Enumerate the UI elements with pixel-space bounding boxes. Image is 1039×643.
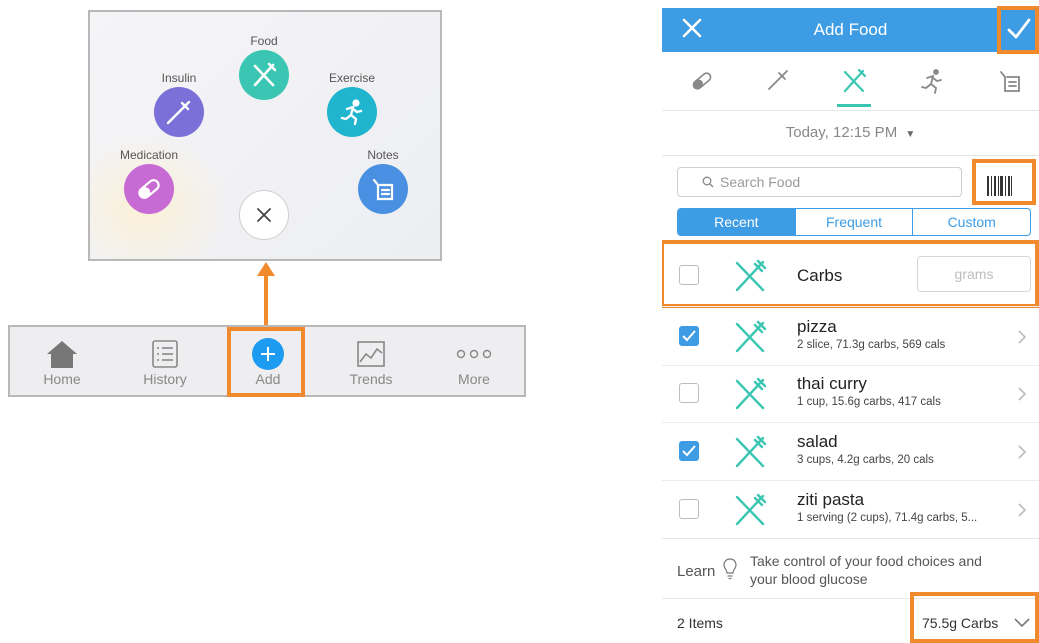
tab-custom[interactable]: Custom — [912, 209, 1030, 235]
food-detail: 1 serving (2 cups), 71.4g carbs, 5... — [797, 512, 978, 524]
food-name: salad — [797, 432, 838, 451]
food-checkbox[interactable] — [679, 383, 699, 403]
syringe-icon[interactable] — [757, 66, 797, 96]
food-checkbox[interactable] — [679, 326, 699, 346]
notes-icon — [358, 164, 408, 214]
search-icon — [702, 176, 714, 188]
chevron-right-icon — [1018, 445, 1027, 459]
close-icon[interactable] — [239, 190, 289, 240]
tab-label: History — [143, 371, 187, 387]
learn-text: Take control of your food choices and yo… — [750, 552, 982, 588]
radial-item-exercise[interactable]: Exercise — [312, 71, 392, 137]
notes-icon[interactable] — [990, 66, 1030, 96]
radial-item-label: Exercise — [328, 71, 375, 85]
list-item[interactable]: pizza 2 slice, 71.3g carbs, 569 cals — [662, 306, 1039, 366]
chevron-right-icon — [1018, 503, 1027, 517]
radial-item-label: Medication — [119, 148, 179, 162]
radial-item-medication[interactable]: Medication — [109, 148, 189, 214]
pill-icon — [124, 164, 174, 214]
radial-item-insulin[interactable]: Insulin — [139, 71, 219, 137]
food-filter-tabs: Recent Frequent Custom — [677, 208, 1031, 236]
confirm-highlight — [997, 6, 1039, 54]
radial-item-notes[interactable]: Notes — [343, 148, 423, 214]
date-label: Today, 12:15 PM — [785, 124, 898, 141]
chevron-right-icon — [1018, 330, 1027, 344]
fork-knife-icon — [735, 435, 767, 468]
carbs-total-highlight — [910, 592, 1039, 643]
search-input[interactable]: Search Food — [677, 167, 962, 197]
item-count: 2 Items — [677, 615, 723, 631]
fork-knife-icon — [735, 493, 767, 526]
food-checkbox[interactable] — [679, 441, 699, 461]
list-item[interactable]: salad 3 cups, 4.2g carbs, 20 cals — [662, 422, 1039, 481]
home-icon — [12, 337, 112, 371]
fork-knife-icon — [735, 320, 767, 353]
search-placeholder: Search Food — [720, 174, 801, 190]
food-detail: 2 slice, 71.3g carbs, 569 cals — [797, 339, 946, 351]
food-checkbox[interactable] — [679, 499, 699, 519]
add-food-screen: Add Food Today, 12:15 PM ▼ Search Food R… — [662, 8, 1039, 643]
selected-indicator — [837, 104, 871, 107]
tab-label: Home — [43, 371, 81, 387]
radial-item-label: Food — [250, 34, 278, 48]
tab-recent[interactable]: Recent — [678, 209, 795, 235]
list-item[interactable]: ziti pasta 1 serving (2 cups), 71.4g car… — [662, 480, 1039, 539]
tab-home[interactable]: Home — [12, 327, 112, 395]
list-item[interactable]: thai curry 1 cup, 15.6g carbs, 417 cals — [662, 364, 1039, 423]
barcode-highlight — [972, 159, 1036, 205]
tab-label: More — [458, 371, 490, 387]
chart-icon — [321, 337, 421, 371]
food-name: thai curry — [797, 374, 867, 393]
learn-text-line: your blood glucose — [750, 571, 868, 587]
food-detail: 3 cups, 4.2g carbs, 20 cals — [797, 454, 934, 466]
lightbulb-icon — [723, 558, 737, 580]
arrow-up-icon — [257, 262, 275, 328]
list-icon — [115, 337, 215, 371]
radial-item-label: Insulin — [161, 71, 197, 85]
runner-icon[interactable] — [912, 66, 952, 96]
more-icon — [424, 337, 524, 371]
tab-trends[interactable]: Trends — [321, 327, 421, 395]
add-radial-menu: Food Insulin Exercise Medication Notes — [88, 10, 442, 261]
tab-frequent[interactable]: Frequent — [794, 209, 913, 235]
tab-label: Trends — [349, 371, 393, 387]
tab-history[interactable]: History — [115, 327, 215, 395]
pill-icon[interactable] — [682, 66, 722, 96]
chevron-right-icon — [1018, 387, 1027, 401]
tab-more[interactable]: More — [424, 327, 524, 395]
food-name: ziti pasta — [797, 490, 865, 509]
food-name: pizza — [797, 317, 837, 336]
date-selector[interactable]: Today, 12:15 PM ▼ — [662, 111, 1039, 156]
radial-item-food[interactable]: Food — [224, 34, 304, 100]
learn-label: Learn — [677, 563, 716, 580]
syringe-icon — [154, 87, 204, 137]
header-bar: Add Food — [662, 8, 1039, 52]
runner-icon — [327, 87, 377, 137]
fork-knife-icon — [735, 377, 767, 410]
learn-text-line: Take control of your food choices and — [750, 553, 982, 569]
entry-type-row — [662, 52, 1039, 111]
fork-knife-icon — [239, 50, 289, 100]
add-tab-highlight — [227, 327, 305, 397]
learn-banner[interactable]: Learn Take control of your food choices … — [662, 538, 1039, 597]
radial-item-label: Notes — [367, 148, 399, 162]
caret-down-icon: ▼ — [905, 129, 916, 140]
fork-knife-icon[interactable] — [834, 66, 874, 96]
carbs-row-highlight — [662, 240, 1039, 308]
food-detail: 1 cup, 15.6g carbs, 417 cals — [797, 396, 941, 408]
page-title: Add Food — [813, 20, 888, 39]
